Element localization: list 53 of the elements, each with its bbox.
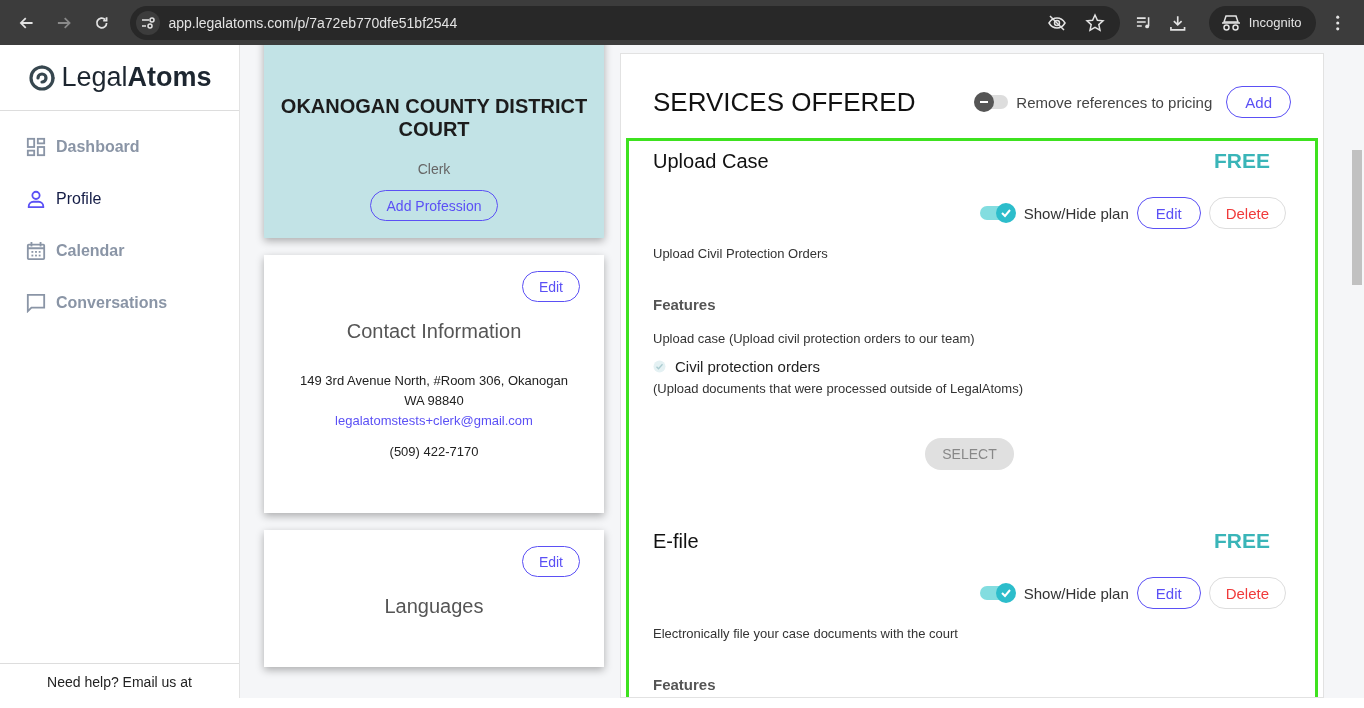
card-title: Contact Information bbox=[345, 320, 523, 343]
delete-button[interactable]: Delete bbox=[1208, 197, 1286, 229]
incognito-icon bbox=[1220, 13, 1241, 32]
nav-item[interactable]: Calendar bbox=[0, 225, 239, 277]
toggle-label: Show/Hide plan bbox=[1023, 584, 1129, 602]
address-line: WA 98840 bbox=[403, 392, 465, 410]
nav-item[interactable]: Dashboard bbox=[0, 121, 239, 173]
organization-name: OKANOGAN COUNTY DISTRICT COURT bbox=[279, 95, 589, 141]
plan-description: Upload Civil Protection Orders bbox=[653, 246, 829, 261]
edit-button[interactable]: Edit bbox=[1136, 577, 1201, 609]
dashboard-icon bbox=[26, 137, 46, 157]
select-button[interactable]: SELECT bbox=[925, 438, 1014, 470]
address-line: 149 3rd Avenue North, #Room 306, Okanogan bbox=[299, 372, 569, 390]
logo-text: LegalAtoms bbox=[61, 62, 212, 93]
site-settings-icon[interactable] bbox=[136, 10, 161, 35]
address-bar[interactable]: app.legalatoms.com/p/7a72eb770dfe51bf2544 bbox=[130, 5, 1120, 40]
delete-button[interactable]: Delete bbox=[1208, 577, 1286, 609]
calendar-icon bbox=[26, 241, 46, 261]
nav-item[interactable]: Conversations bbox=[0, 277, 239, 329]
plan-title: Upload Case bbox=[653, 149, 769, 173]
feature-note: (Upload documents that were processed outside of LegalAtoms) bbox=[653, 381, 1024, 396]
card-title: Languages bbox=[383, 595, 485, 618]
incognito-badge[interactable]: Incognito bbox=[1208, 5, 1316, 40]
edit-button[interactable]: Edit bbox=[521, 271, 580, 302]
visibility-toggle[interactable] bbox=[979, 203, 1016, 223]
toggle-label: Show/Hide plan bbox=[1023, 204, 1129, 222]
feature-label: Civil protection orders bbox=[675, 358, 821, 375]
url-text: app.legalatoms.com/p/7a72eb770dfe51bf2544 bbox=[168, 14, 459, 31]
role-text: Clerk bbox=[417, 161, 451, 177]
phone-number: (509) 422-7170 bbox=[388, 444, 480, 459]
edit-button[interactable]: Edit bbox=[521, 546, 580, 577]
plan-description: Electronically file your case documents with the court bbox=[653, 626, 959, 641]
eye-slash-icon[interactable] bbox=[1046, 12, 1067, 33]
features-heading: Features bbox=[653, 676, 717, 693]
section-title: SERVICES OFFERED bbox=[653, 86, 917, 118]
feature-summary: Upload case (Upload civil protection orders to our team) bbox=[653, 331, 976, 346]
edit-button[interactable]: Edit bbox=[1136, 197, 1201, 229]
plan-price: FREE bbox=[1214, 149, 1270, 173]
chat-bubble-icon bbox=[26, 293, 46, 313]
star-icon[interactable] bbox=[1084, 12, 1105, 33]
person-icon bbox=[26, 189, 46, 209]
check-circle-icon bbox=[653, 360, 666, 373]
toggle-label: Remove references to pricing bbox=[1016, 93, 1213, 111]
logo-icon bbox=[27, 62, 58, 93]
plan-price: FREE bbox=[1214, 529, 1270, 553]
help-text: Need help? Email us at bbox=[0, 663, 239, 698]
scrollbar-thumb[interactable] bbox=[1352, 150, 1362, 285]
visibility-toggle[interactable] bbox=[979, 583, 1016, 603]
email-link[interactable]: legalatomstests+clerk@gmail.com bbox=[335, 413, 533, 428]
plan-title: E-file bbox=[653, 529, 699, 553]
nav-item[interactable]: Profile bbox=[0, 173, 239, 225]
add-button[interactable]: Add bbox=[1226, 86, 1291, 118]
features-heading: Features bbox=[653, 296, 717, 313]
